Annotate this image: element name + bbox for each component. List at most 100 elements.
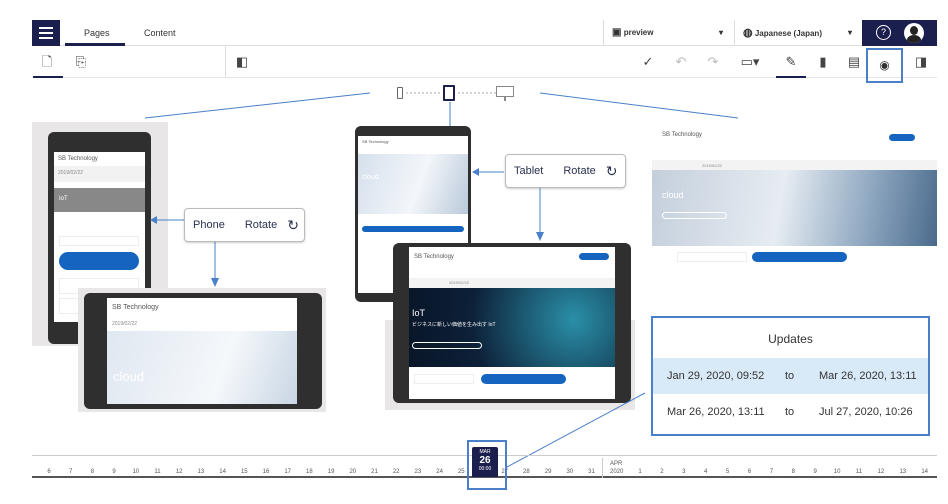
help-icon[interactable]: ?	[876, 25, 891, 40]
tablet-icon[interactable]	[443, 85, 455, 101]
day-tick[interactable]: 5	[726, 469, 729, 475]
hero-title: cloud	[362, 174, 379, 181]
day-tick[interactable]: 8	[792, 469, 795, 475]
page-icon[interactable]: 🗋	[36, 46, 58, 78]
day-tick[interactable]: 17	[284, 469, 291, 475]
pencil-icon[interactable]: ✎	[780, 46, 802, 78]
check-circle-icon[interactable]: ✓	[637, 46, 659, 78]
rotate-button[interactable]: Rotate	[563, 165, 595, 177]
selected-date-highlight	[467, 440, 507, 490]
phone-icon[interactable]	[397, 87, 403, 99]
day-tick[interactable]: 30	[566, 469, 573, 475]
day-tick[interactable]: 8	[91, 469, 94, 475]
hero-title: IoT	[412, 308, 426, 318]
day-tick[interactable]: 25	[458, 469, 465, 475]
contact-button[interactable]	[752, 252, 847, 262]
news-date: 2019/02/22	[449, 280, 470, 285]
updates-panel: Updates Jan 29, 2020, 09:52 to Mar 26, 2…	[651, 316, 930, 436]
contact-button[interactable]	[889, 134, 915, 141]
day-tick[interactable]: 2	[660, 469, 663, 475]
day-tick[interactable]: 12	[176, 469, 183, 475]
day-tick[interactable]: 22	[393, 469, 400, 475]
chevron-down-icon: ▾	[847, 28, 852, 37]
day-tick[interactable]: 13	[899, 469, 906, 475]
search-box[interactable]	[59, 236, 139, 246]
search-box[interactable]	[677, 252, 747, 262]
rotate-button[interactable]: Rotate	[245, 219, 277, 231]
search-box[interactable]	[414, 374, 474, 384]
globe-icon: ◍	[743, 27, 753, 39]
day-tick[interactable]: 14	[219, 469, 226, 475]
user-area: ?	[862, 20, 937, 46]
news-date: 2019/02/22	[58, 170, 84, 176]
desktop-icon[interactable]	[496, 86, 514, 101]
day-tick[interactable]: 21	[371, 469, 378, 475]
asset-icon[interactable]: ⎘	[70, 46, 92, 78]
contact-button[interactable]	[59, 252, 139, 270]
update-row[interactable]: Mar 26, 2020, 13:11 to Jul 27, 2020, 10:…	[653, 394, 928, 430]
day-tick[interactable]: 7	[69, 469, 72, 475]
rotate-icon[interactable]: ↻	[287, 217, 299, 234]
day-tick[interactable]: 9	[112, 469, 115, 475]
day-tick[interactable]: 20	[349, 469, 356, 475]
day-tick[interactable]: 24	[436, 469, 443, 475]
day-tick[interactable]: 6	[748, 469, 751, 475]
day-tick[interactable]: 11	[856, 469, 862, 475]
news-date: 2019/02/22	[702, 163, 723, 168]
day-tick[interactable]: 15	[241, 469, 248, 475]
more-button[interactable]	[662, 212, 727, 219]
analytics-icon[interactable]: ▮	[812, 46, 834, 78]
day-tick[interactable]: 14	[921, 469, 928, 475]
eye-icon: ◉	[879, 58, 890, 72]
day-tick[interactable]: 31	[588, 469, 595, 475]
form-icon[interactable]: ▤	[843, 46, 865, 78]
update-row[interactable]: Jan 29, 2020, 09:52 to Mar 26, 2020, 13:…	[653, 358, 928, 394]
environment-dropdown[interactable]: ▣ preview ▾	[603, 20, 733, 46]
day-tick[interactable]: 1	[638, 469, 641, 475]
arrow-down	[211, 240, 219, 287]
day-tick[interactable]: 3	[682, 469, 685, 475]
day-tick[interactable]: 6	[47, 469, 50, 475]
menu-icon	[39, 27, 53, 39]
day-tick[interactable]: 7	[770, 469, 773, 475]
language-dropdown[interactable]: ◍ Japanese (Japan) ▾	[734, 20, 862, 46]
undo-icon[interactable]: ↶	[670, 46, 692, 78]
day-tick[interactable]: 12	[878, 469, 885, 475]
day-tick[interactable]: 4	[704, 469, 707, 475]
more-button[interactable]	[412, 342, 482, 349]
day-tick[interactable]: 28	[523, 469, 530, 475]
day-tick[interactable]: 18	[306, 469, 313, 475]
avatar[interactable]	[904, 23, 924, 43]
environment-value: preview	[623, 28, 654, 37]
connector-line	[506, 392, 646, 468]
menu-button[interactable]	[32, 20, 60, 46]
preview-eye-button[interactable]: ◉	[866, 48, 903, 83]
to-label: to	[785, 370, 795, 382]
language-value: Japanese (Japan)	[754, 29, 822, 38]
day-tick[interactable]: 16	[263, 469, 270, 475]
contact-button[interactable]	[579, 253, 609, 260]
tab-content[interactable]: Content	[144, 20, 176, 46]
contact-button[interactable]	[362, 226, 464, 232]
site-logo: SB Technology	[362, 139, 389, 144]
collapse-panel-icon[interactable]: ◧	[231, 46, 253, 78]
site-logo: SB Technology	[58, 156, 98, 162]
day-tick[interactable]: 11	[154, 469, 160, 475]
rotate-icon[interactable]: ↻	[606, 163, 618, 180]
to-label: to	[785, 406, 795, 418]
day-tick[interactable]: 19	[328, 469, 335, 475]
monitor-icon[interactable]: ▭▾	[735, 46, 765, 78]
day-tick[interactable]: 10	[834, 469, 841, 475]
redo-icon[interactable]: ↷	[702, 46, 724, 78]
day-tick[interactable]: 10	[132, 469, 139, 475]
day-tick[interactable]: 13	[198, 469, 205, 475]
contact-button[interactable]	[481, 374, 566, 384]
panel-icon[interactable]: ◨	[910, 46, 932, 78]
desktop-preview: SB Technology 2019/02/22 cloud	[652, 122, 937, 290]
day-tick[interactable]: 23	[415, 469, 422, 475]
site-logo: SB Technology	[662, 132, 702, 138]
day-tick[interactable]: 29	[545, 469, 552, 475]
day-tick[interactable]: 9	[814, 469, 817, 475]
hero-subtitle: ビジネスに新しい価値を生み出す IoT	[412, 322, 496, 328]
hero-title: IoT	[59, 196, 68, 202]
